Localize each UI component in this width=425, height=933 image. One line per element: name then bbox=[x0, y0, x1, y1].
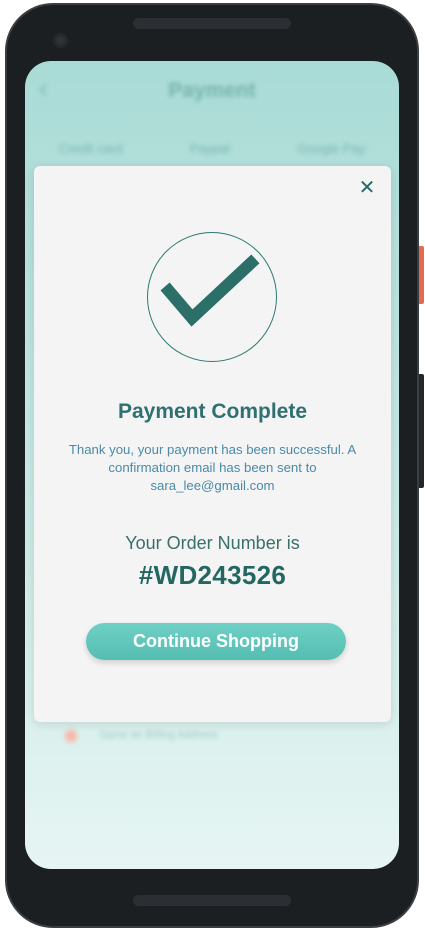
tab-google-pay[interactable]: Google Pay bbox=[297, 141, 365, 156]
billing-address-radio[interactable] bbox=[64, 729, 78, 743]
tab-credit-card[interactable]: Credit card bbox=[59, 141, 123, 156]
screen: ‹ Payment Credit card Paypal Google Pay … bbox=[25, 61, 399, 869]
page-title: Payment bbox=[168, 79, 256, 102]
bottom-speaker bbox=[133, 895, 291, 906]
payment-complete-dialog: ✕ Payment Complete Thank you, your payme… bbox=[34, 166, 391, 722]
volume-button bbox=[419, 374, 424, 488]
success-check-badge bbox=[147, 232, 277, 362]
checkmark-icon bbox=[160, 254, 260, 327]
close-icon[interactable]: ✕ bbox=[357, 178, 377, 198]
top-speaker bbox=[133, 18, 291, 29]
power-button bbox=[419, 246, 424, 304]
billing-address-label: Same as Billing Address bbox=[99, 729, 218, 741]
tab-paypal[interactable]: Paypal bbox=[190, 141, 230, 156]
order-number-label: Your Order Number is bbox=[125, 533, 300, 553]
continue-shopping-button[interactable]: Continue Shopping bbox=[86, 623, 346, 660]
dialog-title: Payment Complete bbox=[117, 400, 308, 423]
payment-method-tabs: Credit card Paypal Google Pay bbox=[25, 141, 399, 156]
order-number-value: #WD243526 bbox=[138, 560, 287, 590]
front-camera bbox=[53, 33, 68, 48]
confirmation-message: Thank you, your payment has been success… bbox=[68, 442, 357, 493]
